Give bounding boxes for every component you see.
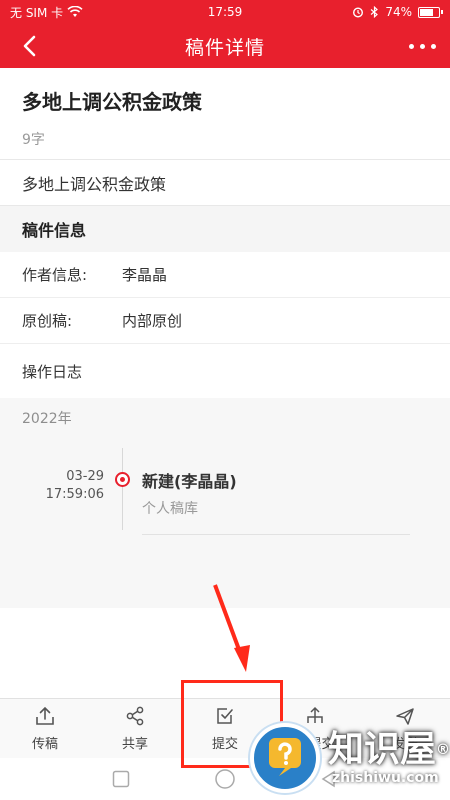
log-entry-time: 17:59:06	[45, 487, 104, 502]
tab-share[interactable]: 共享	[90, 699, 180, 758]
tab-label: 传稿	[31, 737, 58, 752]
log-title: 操作日志	[22, 362, 83, 381]
log-entry: 03-29 17:59:06 新建(李晶晶) 个人稿库	[0, 464, 450, 544]
question-logo-icon	[250, 723, 320, 793]
site-watermark: 知识屋® zhishiwu.com	[250, 716, 450, 800]
article-title: 多地上调公积金政策	[22, 90, 202, 114]
article-header: 多地上调公积金政策 9字	[0, 68, 450, 160]
watermark-domain: zhishiwu.com	[332, 770, 439, 786]
word-count: 9字	[22, 132, 45, 148]
recents-icon[interactable]	[112, 770, 130, 788]
home-icon[interactable]	[214, 768, 236, 790]
article-summary: 多地上调公积金政策	[0, 160, 450, 206]
battery-icon	[418, 6, 443, 18]
log-timeline: 2022年 03-29 17:59:06 新建(李晶晶) 个人稿库	[0, 398, 450, 608]
watermark-brand-cn: 知识屋	[328, 729, 437, 770]
original-value: 内部原创	[122, 312, 183, 330]
author-value: 李晶晶	[122, 266, 168, 284]
detail-content[interactable]: 多地上调公积金政策 9字 多地上调公积金政策 稿件信息 作者信息: 李晶晶 原创…	[0, 68, 450, 698]
watermark-brand: 知识屋®	[328, 730, 450, 770]
watermark-registered-mark: ®	[436, 742, 450, 758]
more-dot	[420, 43, 425, 49]
original-label: 原创稿:	[22, 312, 73, 330]
log-year: 2022年	[22, 411, 72, 427]
more-button[interactable]	[409, 34, 436, 58]
back-button[interactable]	[16, 32, 44, 60]
tab-label: 共享	[121, 737, 148, 752]
chevron-left-icon	[23, 35, 36, 57]
wifi-icon	[67, 6, 83, 17]
log-entry-detail: 个人稿库	[142, 501, 198, 517]
upload-icon	[36, 706, 54, 725]
log-entry-date: 03-29	[66, 469, 104, 484]
log-entry-datetime: 03-29 17:59:06	[22, 468, 104, 504]
log-entry-action: 新建(李晶晶)	[142, 472, 237, 491]
original-row: 原创稿: 内部原创	[0, 298, 450, 344]
timeline-dot-icon	[115, 472, 130, 487]
status-bar: 无 SIM 卡 17:59 74%	[0, 0, 450, 24]
author-label: 作者信息:	[22, 266, 88, 284]
info-section-title: 稿件信息	[0, 206, 450, 252]
more-dot	[431, 43, 436, 49]
divider	[142, 534, 410, 535]
share-icon	[126, 706, 144, 726]
bluetooth-icon	[370, 6, 379, 18]
nav-bar: 稿件详情	[0, 24, 450, 68]
carrier-label: 无 SIM 卡	[10, 5, 64, 20]
tab-upload[interactable]: 传稿	[0, 699, 90, 758]
battery-percent: 74%	[385, 5, 412, 19]
more-dot	[409, 43, 414, 49]
author-row: 作者信息: 李晶晶	[0, 252, 450, 298]
alarm-icon	[353, 7, 364, 18]
page-title: 稿件详情	[184, 36, 265, 59]
